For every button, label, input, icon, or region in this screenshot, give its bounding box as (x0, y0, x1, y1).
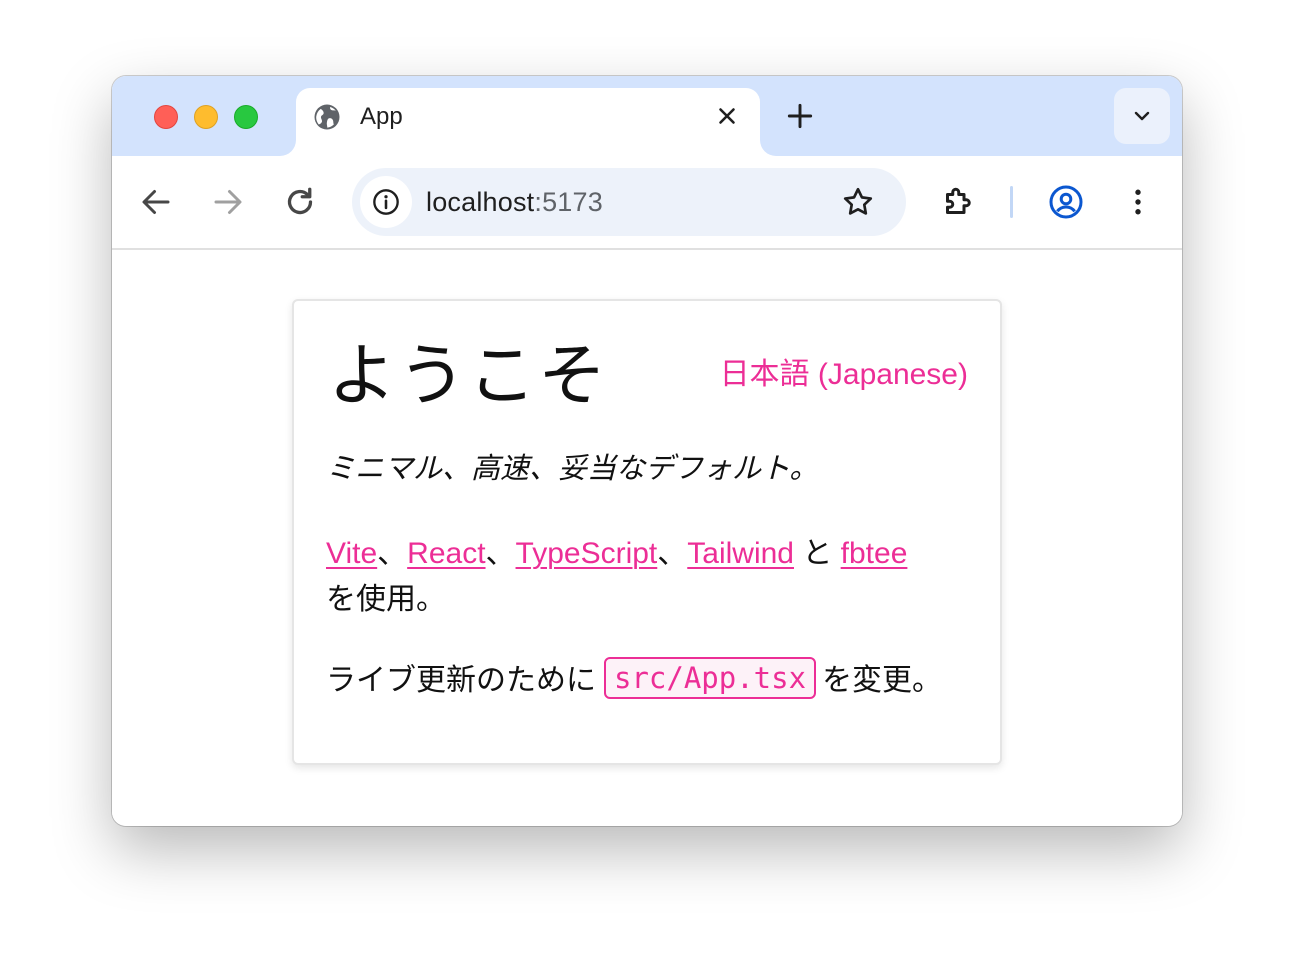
url-port: :5173 (534, 187, 603, 217)
globe-icon (314, 104, 340, 130)
built-with-suffix: を使用。 (326, 583, 446, 616)
separator: 、 (485, 537, 516, 570)
separator: 、 (657, 537, 688, 570)
arrow-left-icon[interactable] (138, 184, 174, 220)
star-icon[interactable] (840, 184, 876, 220)
chevron-down-icon (1134, 111, 1150, 121)
close-window-button[interactable] (154, 105, 178, 129)
plus-icon[interactable] (784, 100, 816, 132)
address-bar[interactable]: localhost:5173 (352, 168, 906, 236)
url-text[interactable]: localhost:5173 (426, 186, 603, 218)
file-path-code: src/App.tsx (604, 657, 817, 699)
edit-hint-after: を変更。 (822, 664, 943, 697)
page-viewport: ようこそ 日本語 (Japanese) ミニマル、高速、妥当なデフォルト。 Vi… (112, 250, 1182, 826)
page-title: ようこそ (328, 337, 609, 416)
reload-icon[interactable] (282, 184, 318, 220)
edit-hint: ライブ更新のために src/App.tsx を変更。 (326, 657, 942, 703)
built-with-text: Vite、React、TypeScript、Tailwind と fbtee を使… (326, 531, 976, 623)
link-tailwind[interactable]: Tailwind (687, 537, 794, 570)
toolbar: localhost:5173 (112, 156, 1182, 250)
link-react[interactable]: React (407, 537, 485, 570)
tab-search-button[interactable] (1114, 88, 1170, 144)
active-tab[interactable]: App (296, 88, 760, 156)
link-typescript[interactable]: TypeScript (516, 537, 658, 570)
browser-window: App localhost:5173 ようこそ 日本語 (Japanese) ミ… (112, 76, 1182, 826)
link-fbtee[interactable]: fbtee (841, 537, 908, 570)
info-icon (373, 189, 399, 215)
url-host: localhost (426, 187, 535, 217)
minimize-window-button[interactable] (194, 105, 218, 129)
account-icon[interactable] (1048, 184, 1084, 220)
edit-hint-before: ライブ更新のために (326, 664, 596, 697)
tab-strip: App (112, 76, 1182, 156)
zoom-window-button[interactable] (234, 105, 258, 129)
tab-title: App (360, 103, 403, 130)
welcome-card: ようこそ 日本語 (Japanese) ミニマル、高速、妥当なデフォルト。 Vi… (292, 299, 1002, 765)
close-icon[interactable] (714, 103, 740, 129)
puzzle-icon[interactable] (940, 184, 976, 220)
arrow-right-icon[interactable] (210, 184, 246, 220)
toolbar-divider (1010, 186, 1013, 218)
separator: 、 (377, 537, 408, 570)
link-vite[interactable]: Vite (326, 537, 377, 570)
tagline: ミニマル、高速、妥当なデフォルト。 (326, 453, 819, 485)
more-vertical-icon[interactable] (1120, 184, 1156, 220)
language-switcher-link[interactable]: 日本語 (Japanese) (720, 357, 968, 393)
and-word: と (793, 537, 841, 570)
site-info-button[interactable] (360, 176, 412, 228)
